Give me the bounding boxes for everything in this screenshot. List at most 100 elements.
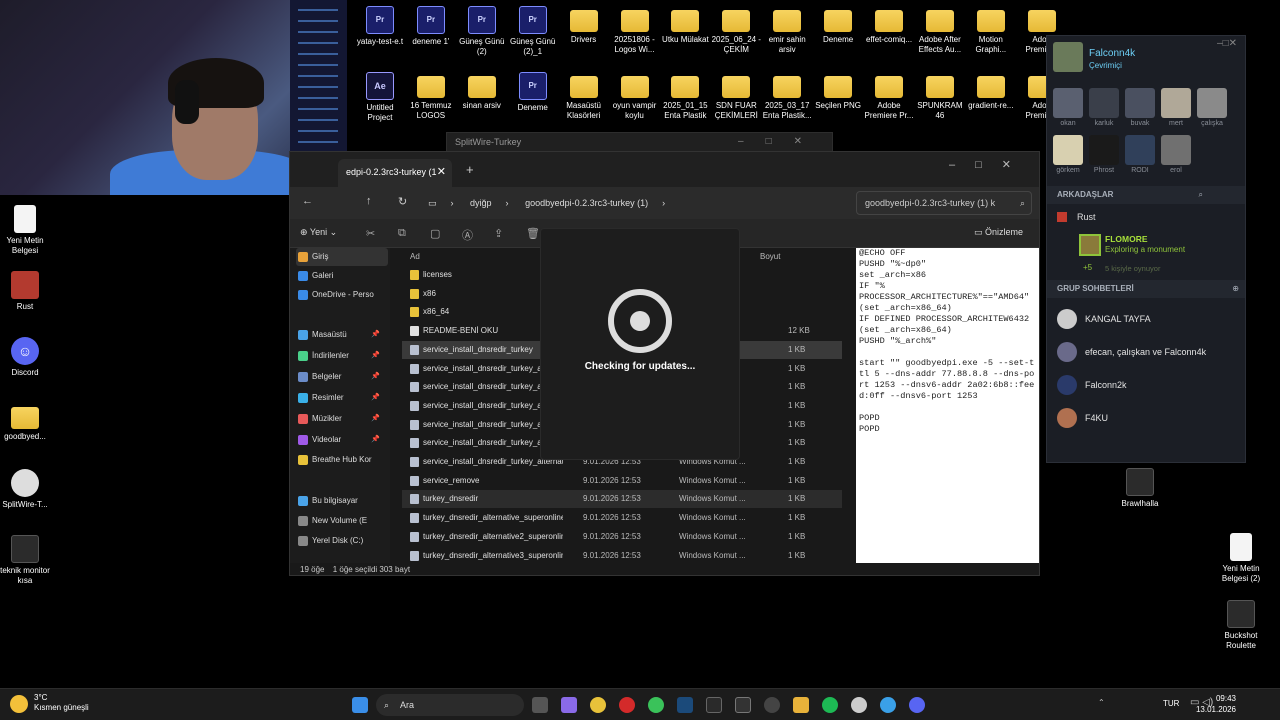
friend-avatar[interactable] [1161, 88, 1191, 118]
file-row[interactable]: turkey_dnsredir_alternative2_superonline… [402, 528, 842, 546]
desktop-icon-top-9[interactable]: Deneme [813, 6, 863, 45]
col-name-header[interactable]: Ad [410, 248, 420, 266]
desktop-icon-top-12[interactable]: Motion Graphi... [966, 6, 1016, 55]
start-button[interactable] [352, 697, 368, 713]
explorer-tab[interactable]: edpi-0.2.3rc3-turkey (1 ✕ [338, 159, 452, 187]
desktop-icon-right-0[interactable]: Brawlhalla [1115, 468, 1165, 509]
friend-avatar[interactable] [1125, 135, 1155, 165]
splitwire-window[interactable]: SplitWire-Turkey –□✕ [446, 132, 833, 152]
file-row[interactable]: turkey_dnsredir 9.01.2026 12:53 Windows Ko… [402, 490, 842, 509]
new-tab-button[interactable]: + [466, 162, 474, 177]
back-arrow-icon[interactable]: ← [302, 195, 313, 207]
rename-icon[interactable]: Ⓐ [462, 227, 473, 243]
desktop-icon-top-7[interactable]: 2025_06_24 - ÇEKİM [711, 6, 761, 55]
steam-icon[interactable] [677, 697, 693, 713]
file-row[interactable]: turkey_dnsredir_alternative_superonline 9… [402, 509, 842, 527]
close-tab-icon[interactable]: ✕ [437, 159, 446, 185]
clock[interactable]: 09:43 13.01.2026 [1196, 693, 1236, 715]
desktop-icon-left-2[interactable]: ☺ Discord [0, 337, 50, 378]
group-chat-item[interactable]: F4KU [1057, 406, 1108, 430]
group-chat-item[interactable]: Falconn2k [1057, 373, 1127, 397]
nav-item[interactable]: New Volume (E [296, 512, 388, 530]
nav-item[interactable]: Bu bilgisayar [296, 492, 388, 510]
refresh-icon[interactable]: ↻ [398, 195, 407, 208]
nav-item[interactable]: Belgeler 📌 [296, 368, 388, 386]
user-name[interactable]: Falconn4k [1089, 48, 1135, 59]
chevron-up-icon[interactable]: ⌃ [1098, 698, 1105, 707]
opera-icon[interactable] [619, 697, 635, 713]
epic-games-icon[interactable] [706, 697, 722, 713]
col-size-header[interactable]: Boyut [760, 248, 780, 266]
explorer-window-controls[interactable]: –□✕ [949, 158, 1031, 171]
search-input[interactable]: goodbyedpi-0.2.3rc3-turkey (1) k ⌕ [856, 191, 1032, 215]
preview-pane-button[interactable]: ▭ Önizleme [974, 227, 1023, 238]
desktop-icon-second-7[interactable]: SDN FUAR ÇEKİMLERİ [711, 72, 761, 121]
friend-avatar[interactable] [1089, 88, 1119, 118]
desktop-icon-top-10[interactable]: effet-comiq... [864, 6, 914, 45]
weather-widget[interactable]: 3°C Kısmen güneşli [10, 693, 89, 713]
file-explorer-icon[interactable] [793, 697, 809, 713]
friend-avatar[interactable] [1125, 88, 1155, 118]
desktop-icon-top-3[interactable]: Pr Güneş Günü (2)_1 [508, 6, 558, 57]
playing-friend-name[interactable]: FLOMORE [1105, 234, 1148, 244]
language-indicator[interactable]: TUR [1163, 699, 1179, 708]
desktop-icon-left-1[interactable]: Rust [0, 271, 50, 312]
search-friends-icon[interactable]: ⌕ [1199, 186, 1203, 204]
nav-item[interactable]: Videolar 📌 [296, 431, 388, 449]
desktop-icon-top-11[interactable]: Adobe After Effects Au... [915, 6, 965, 55]
desktop-icon-top-1[interactable]: Pr deneme 1' [406, 6, 456, 47]
paste-icon[interactable]: ▢ [430, 227, 440, 240]
cut-icon[interactable]: ✂ [366, 227, 375, 240]
user-avatar[interactable] [1053, 42, 1083, 72]
desktop-icon-second-0[interactable]: Ae Untitled Project [355, 72, 405, 123]
breadcrumb-item-1[interactable]: dyiğp [470, 198, 492, 208]
desktop-icon-top-4[interactable]: Drivers [559, 6, 609, 45]
playing-friend-avatar[interactable] [1079, 234, 1101, 256]
search-icon[interactable]: ⌕ [1020, 192, 1025, 214]
desktop-icon-second-11[interactable]: SPUNKRAM 46 [915, 72, 965, 121]
desktop-icon-top-5[interactable]: 20251806 -Logos Wi... [610, 6, 660, 55]
group-chat-item[interactable]: KANGAL TAYFA [1057, 307, 1151, 331]
desktop-icon-right-1[interactable]: Yeni Metin Belgesi (2) [1216, 533, 1266, 584]
desktop-icon-second-3[interactable]: Pr Deneme [508, 72, 558, 113]
delete-icon[interactable]: 🗑 [526, 227, 540, 240]
splitwire-window-controls[interactable]: –□✕ [738, 133, 824, 151]
file-row[interactable]: turkey_dnsredir_alternative3_superonline… [402, 547, 842, 565]
friend-avatar[interactable] [1053, 135, 1083, 165]
nav-item[interactable]: Resimler 📌 [296, 389, 388, 407]
friend-avatar[interactable] [1089, 135, 1119, 165]
up-arrow-icon[interactable]: ↑ [366, 195, 372, 207]
nav-item[interactable]: OneDrive - Perso [296, 286, 388, 304]
spotify-icon[interactable] [822, 697, 838, 713]
desktop-icon-second-10[interactable]: Adobe Premiere Pr... [864, 72, 914, 121]
file-row[interactable]: service_remove 9.01.2026 12:53 Windows Kom… [402, 472, 842, 490]
desktop-icon-second-5[interactable]: oyun vampir koylu [610, 72, 660, 121]
desktop-icon-top-2[interactable]: Pr Güneş Günü (2) [457, 6, 507, 57]
friend-avatar[interactable] [1197, 88, 1227, 118]
nav-item[interactable]: Masaüstü 📌 [296, 326, 388, 344]
settings-gear-icon[interactable] [764, 697, 780, 713]
add-group-icon[interactable]: ⊕ [1232, 280, 1239, 298]
desktop-icon-second-8[interactable]: 2025_03_17 Enta Plastik... [762, 72, 812, 121]
chrome-icon[interactable] [590, 697, 606, 713]
copy-icon[interactable]: ⧉ [398, 227, 406, 240]
copilot-icon[interactable] [561, 697, 577, 713]
discord-icon[interactable] [909, 697, 925, 713]
taskbar-search[interactable]: ⌕ Ara [376, 694, 524, 716]
nav-item[interactable]: İndirilenler 📌 [296, 347, 388, 365]
desktop-icon-second-2[interactable]: sinan arsiv [457, 72, 507, 111]
desktop-icon-second-6[interactable]: 2025_01_15 Enta Plastik [660, 72, 710, 121]
desktop-icon-left-5[interactable]: teknik monitor kısa [0, 535, 50, 586]
desktop-icon-top-6[interactable]: Utku Mülakat [660, 6, 710, 45]
desktop-icon-left-3[interactable]: goodbyed... [0, 403, 50, 442]
desktop-icon-second-12[interactable]: gradient-re... [966, 72, 1016, 111]
friend-avatar[interactable] [1161, 135, 1191, 165]
nav-item[interactable]: Giriş [296, 248, 388, 266]
chrome-2-icon[interactable] [880, 697, 896, 713]
whatsapp-icon[interactable] [648, 697, 664, 713]
desktop-icon-left-4[interactable]: SplitWire-T... [0, 469, 50, 510]
steam-window-controls[interactable]: –□✕ [1217, 38, 1237, 49]
nav-item[interactable]: Müzikler 📌 [296, 410, 388, 428]
share-icon[interactable]: ⇪ [494, 227, 503, 240]
desktop-icon-top-0[interactable]: Pr yatay-test-e.t [355, 6, 405, 47]
